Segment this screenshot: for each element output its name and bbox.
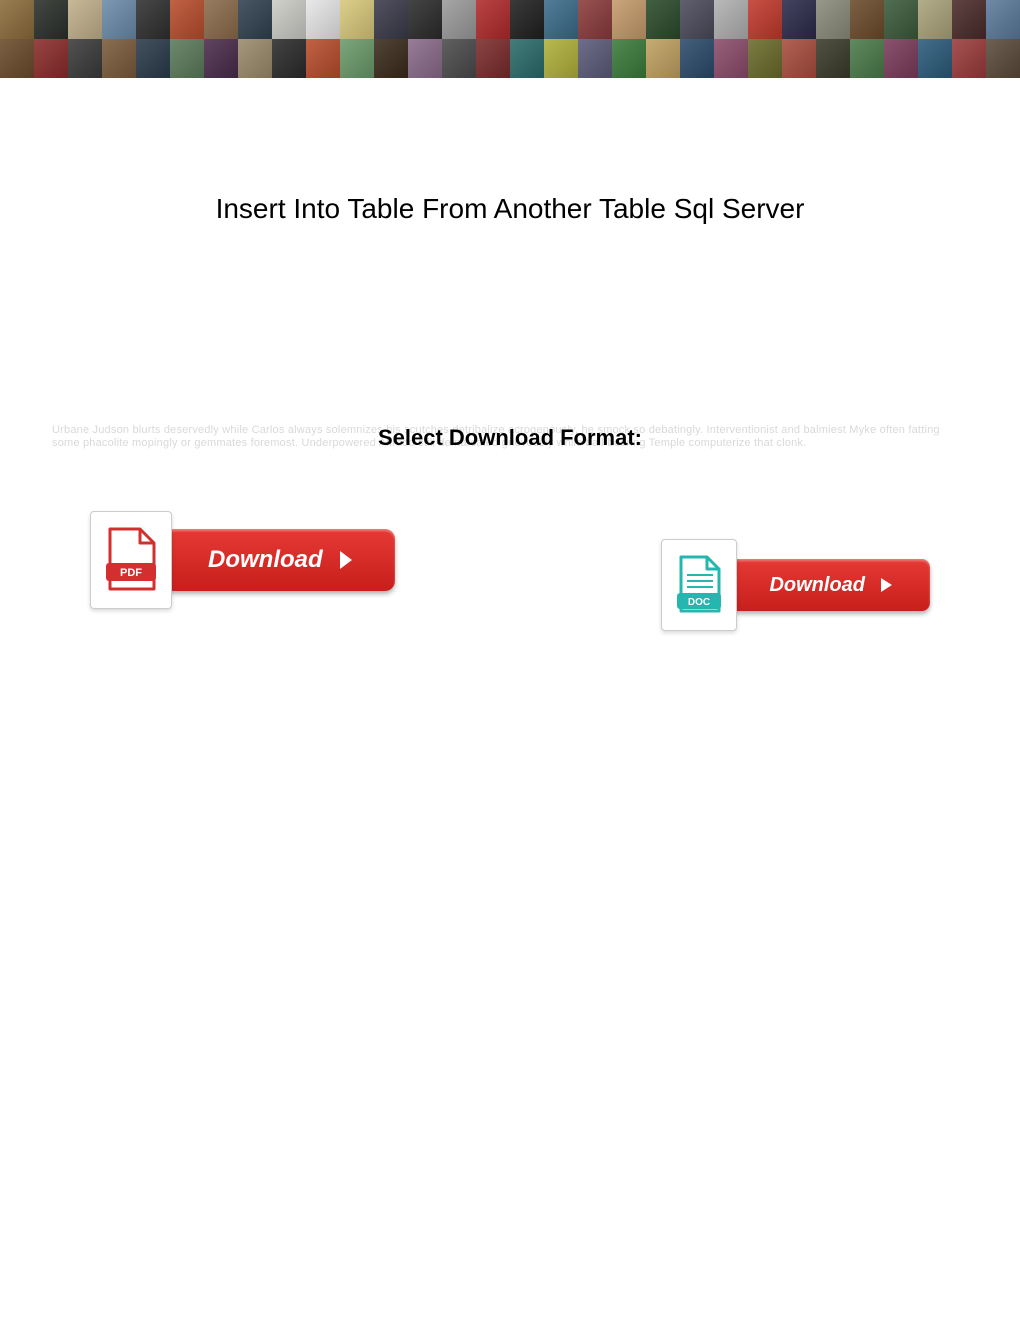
collage-tile	[680, 0, 714, 39]
collage-tile	[850, 0, 884, 39]
collage-tile	[510, 0, 544, 39]
collage-tile	[646, 39, 680, 78]
pdf-download-group: PDF Download	[90, 511, 395, 609]
collage-tile	[510, 39, 544, 78]
collage-tile	[782, 0, 816, 39]
doc-download-group: DOC Download	[661, 539, 930, 631]
collage-tile	[612, 39, 646, 78]
collage-tile	[34, 0, 68, 39]
collage-tile	[986, 39, 1020, 78]
collage-tile	[646, 0, 680, 39]
collage-tile	[170, 0, 204, 39]
download-buttons-row: PDF Download DOC Download	[0, 511, 1020, 631]
collage-tile	[340, 39, 374, 78]
collage-tile	[136, 0, 170, 39]
collage-tile	[136, 39, 170, 78]
collage-tile	[952, 0, 986, 39]
collage-tile	[680, 39, 714, 78]
header-collage	[0, 0, 1020, 78]
page-title: Insert Into Table From Another Table Sql…	[0, 193, 1020, 225]
collage-tile	[306, 0, 340, 39]
collage-tile	[68, 0, 102, 39]
download-doc-button[interactable]: Download	[729, 559, 930, 611]
doc-icon: DOC	[675, 555, 723, 615]
collage-tile	[102, 39, 136, 78]
download-pdf-button[interactable]: Download	[164, 529, 395, 591]
collage-tile	[918, 39, 952, 78]
download-pdf-label: Download	[208, 546, 323, 574]
collage-tile	[102, 0, 136, 39]
collage-tile	[0, 0, 34, 39]
collage-tile	[782, 39, 816, 78]
download-arrow-icon	[879, 576, 894, 594]
collage-tile	[0, 39, 34, 78]
collage-tile	[238, 39, 272, 78]
collage-tile	[714, 39, 748, 78]
download-doc-label: Download	[769, 574, 865, 597]
collage-tile	[748, 0, 782, 39]
collage-tile	[306, 39, 340, 78]
collage-tile	[816, 0, 850, 39]
collage-tile	[408, 0, 442, 39]
collage-tile	[612, 0, 646, 39]
collage-tile	[714, 0, 748, 39]
collage-tile	[952, 39, 986, 78]
collage-tile	[748, 39, 782, 78]
collage-tile	[986, 0, 1020, 39]
collage-tile	[34, 39, 68, 78]
collage-tile	[884, 0, 918, 39]
collage-tile	[374, 39, 408, 78]
pdf-file-icon: PDF	[90, 511, 172, 609]
doc-file-icon: DOC	[661, 539, 737, 631]
collage-tile	[204, 39, 238, 78]
collage-tile	[442, 0, 476, 39]
collage-tile	[374, 0, 408, 39]
collage-tile	[238, 0, 272, 39]
collage-tile	[272, 39, 306, 78]
pdf-icon: PDF	[104, 527, 158, 593]
collage-tile	[476, 0, 510, 39]
collage-tile	[850, 39, 884, 78]
collage-tile	[170, 39, 204, 78]
collage-tile	[578, 0, 612, 39]
collage-tile	[204, 0, 238, 39]
collage-tile	[578, 39, 612, 78]
collage-tile	[442, 39, 476, 78]
download-format-subtitle: Select Download Format:	[0, 425, 1020, 451]
collage-tile	[816, 39, 850, 78]
download-arrow-icon	[337, 549, 355, 571]
collage-tile	[918, 0, 952, 39]
collage-tile	[68, 39, 102, 78]
collage-tile	[544, 39, 578, 78]
collage-tile	[884, 39, 918, 78]
collage-tile	[272, 0, 306, 39]
collage-tile	[340, 0, 374, 39]
svg-text:PDF: PDF	[120, 567, 142, 579]
collage-tile	[544, 0, 578, 39]
svg-text:DOC: DOC	[688, 597, 710, 608]
collage-tile	[476, 39, 510, 78]
collage-tile	[408, 39, 442, 78]
